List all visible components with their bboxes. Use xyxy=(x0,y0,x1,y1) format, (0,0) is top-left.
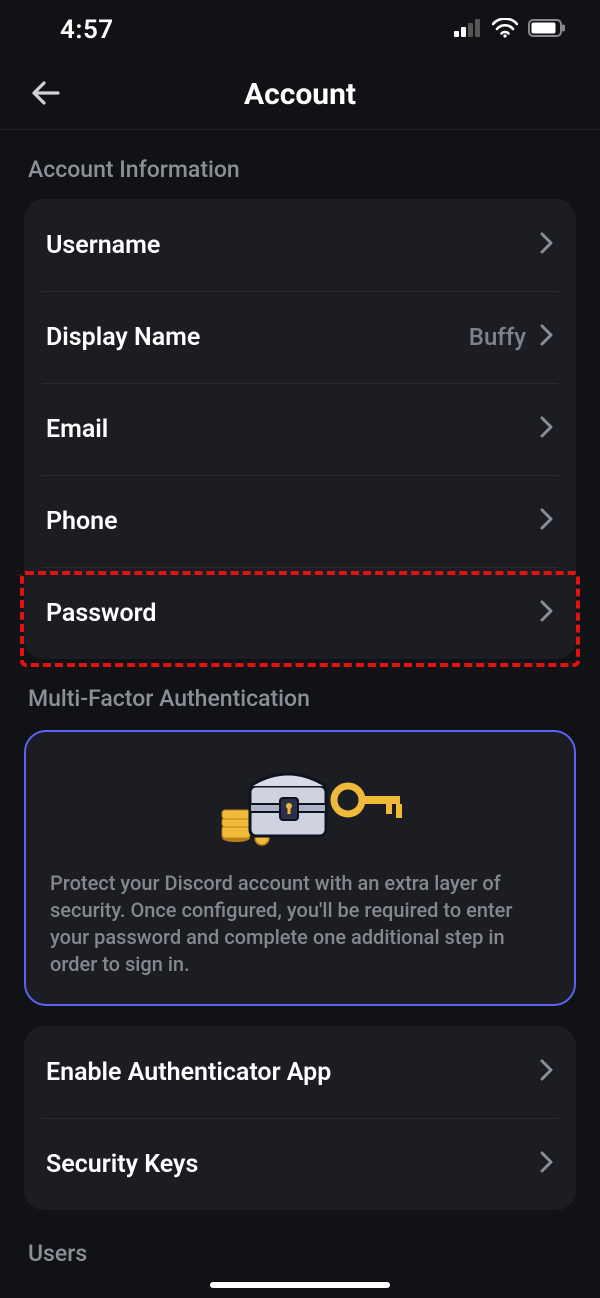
row-display-name[interactable]: Display Name Buffy xyxy=(24,291,576,383)
status-bar: 4:57 xyxy=(0,0,600,60)
arrow-left-icon xyxy=(30,77,62,113)
chevron-right-icon xyxy=(540,1151,554,1177)
page-title: Account xyxy=(244,77,356,112)
chevron-right-icon xyxy=(540,600,554,626)
row-value: Buffy xyxy=(469,323,526,351)
section-title-account-info: Account Information xyxy=(28,156,576,183)
account-info-card: Username Display Name Buffy Email xyxy=(24,199,576,659)
treasure-key-icon xyxy=(190,758,410,852)
battery-icon xyxy=(528,19,566,41)
row-email[interactable]: Email xyxy=(24,383,576,475)
row-label: Security Keys xyxy=(46,1150,198,1179)
back-button[interactable] xyxy=(26,75,66,115)
row-label: Display Name xyxy=(46,323,200,352)
row-password[interactable]: Password xyxy=(24,567,576,659)
chevron-right-icon xyxy=(540,324,554,350)
row-label: Email xyxy=(46,415,108,444)
row-label: Username xyxy=(46,231,160,260)
chevron-right-icon xyxy=(540,416,554,442)
mfa-illustration xyxy=(50,758,550,852)
section-title-mfa: Multi-Factor Authentication xyxy=(28,685,576,712)
row-label: Enable Authenticator App xyxy=(46,1058,331,1087)
row-label: Phone xyxy=(46,507,118,536)
status-time: 4:57 xyxy=(60,15,114,45)
chevron-right-icon xyxy=(540,232,554,258)
mfa-description: Protect your Discord account with an ext… xyxy=(50,870,550,978)
wifi-icon xyxy=(492,18,518,42)
row-label: Password xyxy=(46,599,157,628)
row-security-keys[interactable]: Security Keys xyxy=(24,1118,576,1210)
section-title-users: Users xyxy=(28,1240,576,1267)
row-enable-authenticator[interactable]: Enable Authenticator App xyxy=(24,1026,576,1118)
chevron-right-icon xyxy=(540,1059,554,1085)
row-username[interactable]: Username xyxy=(24,199,576,291)
chevron-right-icon xyxy=(540,508,554,534)
home-indicator[interactable] xyxy=(210,1282,390,1288)
row-phone[interactable]: Phone xyxy=(24,475,576,567)
header: Account xyxy=(0,60,600,130)
cellular-icon xyxy=(454,19,482,41)
status-icons xyxy=(454,18,566,42)
mfa-info-card: Protect your Discord account with an ext… xyxy=(24,730,576,1006)
mfa-actions-card: Enable Authenticator App Security Keys xyxy=(24,1026,576,1210)
